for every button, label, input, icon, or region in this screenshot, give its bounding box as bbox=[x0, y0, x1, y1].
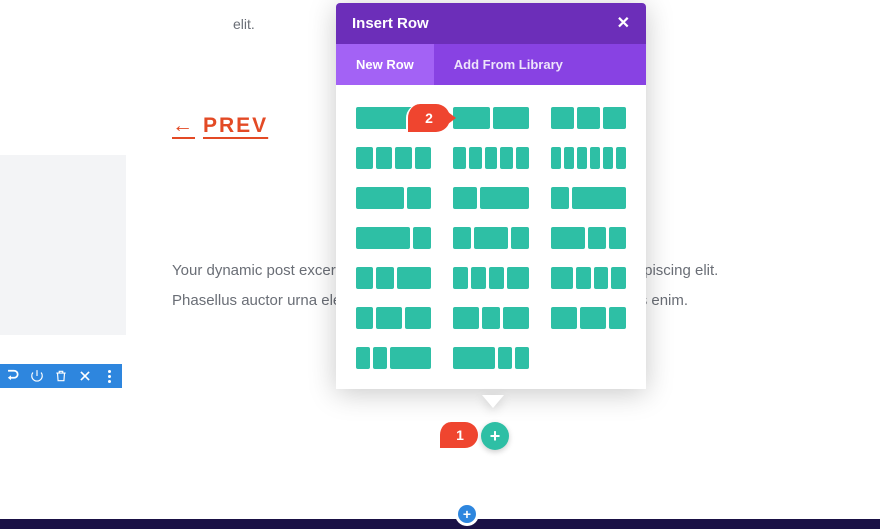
section-edge bbox=[0, 155, 126, 335]
row-layout-1-1-2[interactable] bbox=[356, 267, 431, 289]
footer-bar bbox=[0, 519, 880, 529]
row-layout-2-1-1-1[interactable] bbox=[551, 267, 626, 289]
excerpt-line2-left: Phasellus auctor urna eleife bbox=[172, 292, 357, 309]
add-section-button[interactable]: + bbox=[458, 505, 476, 523]
tab-new-row[interactable]: New Row bbox=[336, 44, 434, 85]
wrap-icon[interactable] bbox=[6, 369, 20, 383]
row-layout-1s-2-2[interactable] bbox=[356, 307, 431, 329]
prev-link[interactable]: ← PREV bbox=[172, 114, 268, 138]
prev-link-label: PREV bbox=[203, 114, 268, 138]
modal-close-icon[interactable]: ✕ bbox=[617, 16, 630, 32]
excerpt-line1-left: Your dynamic post excerpt bbox=[172, 262, 352, 279]
row-layout-1-1-3[interactable] bbox=[356, 347, 431, 369]
module-toolbar bbox=[0, 364, 122, 388]
lorem-fragment: elit. bbox=[233, 16, 255, 32]
row-layout-2-1-1[interactable] bbox=[551, 227, 626, 249]
row-layout-2-1[interactable] bbox=[356, 187, 431, 209]
modal-tabs: New Row Add From Library bbox=[336, 44, 646, 85]
row-layout-6col[interactable] bbox=[551, 147, 626, 169]
row-layout-1-2-1[interactable] bbox=[453, 227, 528, 249]
insert-row-modal: Insert Row ✕ New Row Add From Library bbox=[336, 3, 646, 389]
row-layout-2col[interactable] bbox=[453, 107, 528, 129]
trash-icon[interactable] bbox=[54, 369, 68, 383]
row-layout-1-1-1-2[interactable] bbox=[453, 267, 528, 289]
row-layout-grid bbox=[356, 107, 626, 369]
tab-add-from-library[interactable]: Add From Library bbox=[434, 44, 583, 85]
row-layout-3-1-1[interactable] bbox=[453, 347, 528, 369]
row-layout-3col[interactable] bbox=[551, 107, 626, 129]
modal-body bbox=[336, 85, 646, 389]
row-layout-1-2[interactable] bbox=[453, 187, 528, 209]
more-icon[interactable] bbox=[102, 369, 116, 383]
add-row-button[interactable]: + bbox=[481, 422, 509, 450]
modal-pointer bbox=[482, 395, 504, 408]
row-layout-4col[interactable] bbox=[356, 147, 431, 169]
row-layout-2-2-1s[interactable] bbox=[551, 307, 626, 329]
modal-header: Insert Row ✕ bbox=[336, 3, 646, 44]
power-icon[interactable] bbox=[30, 369, 44, 383]
row-layout-5col[interactable] bbox=[453, 147, 528, 169]
close-icon[interactable] bbox=[78, 369, 92, 383]
row-layout-2-1-2[interactable] bbox=[453, 307, 528, 329]
modal-title: Insert Row bbox=[352, 15, 429, 32]
row-layout-1-3[interactable] bbox=[551, 187, 626, 209]
annotation-badge-2: 2 bbox=[406, 104, 450, 132]
arrow-left-icon: ← bbox=[172, 114, 195, 138]
annotation-badge-1: 1 bbox=[438, 422, 478, 448]
row-layout-3-1[interactable] bbox=[356, 227, 431, 249]
